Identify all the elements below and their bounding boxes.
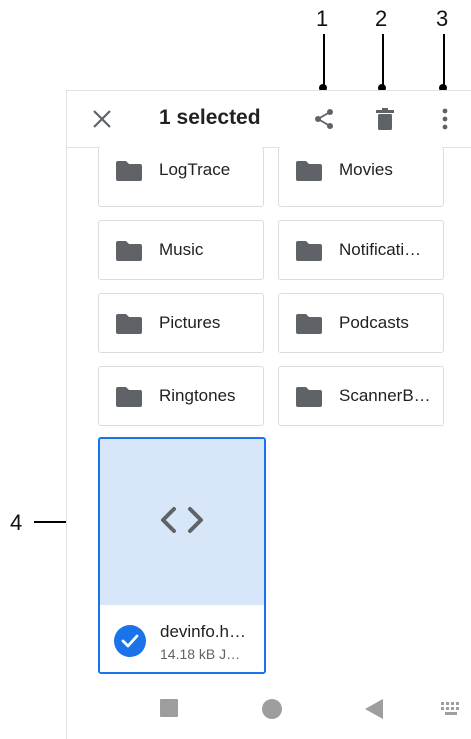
folder-icon xyxy=(116,387,142,412)
folder-name: Movies xyxy=(339,160,393,179)
folder-item[interactable]: LogTrace xyxy=(98,147,264,207)
circle-icon[interactable] xyxy=(261,698,283,725)
folder-icon xyxy=(296,314,322,339)
square-icon[interactable] xyxy=(159,698,179,723)
folder-icon xyxy=(296,241,322,266)
folder-item[interactable]: Podcasts xyxy=(278,293,444,353)
folder-icon xyxy=(116,314,142,339)
selected-file-card[interactable]: devinfo.h… 14.18 kB J… xyxy=(98,437,266,674)
phone-screen: 1 selected LogTrace Movies Music Notific… xyxy=(66,90,471,739)
folder-icon xyxy=(296,387,322,412)
folder-item[interactable]: Movies xyxy=(278,147,444,207)
back-triangle-icon[interactable] xyxy=(364,698,384,725)
folder-icon xyxy=(116,241,142,266)
selection-title: 1 selected xyxy=(159,106,261,129)
file-name: devinfo.h… xyxy=(160,622,246,641)
folder-item[interactable]: Music xyxy=(98,220,264,280)
callout-3: 3 xyxy=(436,6,449,31)
folder-item[interactable]: ScannerB… xyxy=(278,366,444,426)
file-thumbnail xyxy=(100,439,264,605)
folder-icon xyxy=(296,161,322,186)
trash-icon[interactable] xyxy=(371,105,399,133)
share-icon[interactable] xyxy=(310,105,338,133)
selection-app-bar: 1 selected xyxy=(67,90,471,148)
more-vert-icon[interactable] xyxy=(431,105,459,133)
callout-1: 1 xyxy=(316,6,329,31)
folder-icon xyxy=(116,161,142,186)
keyboard-icon[interactable] xyxy=(441,702,463,721)
folder-name: Notificati… xyxy=(339,240,422,259)
folder-name: Ringtones xyxy=(159,386,236,405)
folder-name: LogTrace xyxy=(159,160,231,179)
folder-name: Pictures xyxy=(159,313,221,332)
folder-item[interactable]: Notificati… xyxy=(278,220,444,280)
callout-line-1 xyxy=(323,34,325,88)
folder-name: Podcasts xyxy=(339,313,409,332)
callout-2: 2 xyxy=(375,6,388,31)
callout-line-3 xyxy=(443,34,445,88)
file-meta: devinfo.h… 14.18 kB J… xyxy=(100,605,264,672)
folder-item[interactable]: Ringtones xyxy=(98,366,264,426)
callout-4: 4 xyxy=(10,510,23,535)
folder-name: ScannerB… xyxy=(339,386,431,405)
code-icon xyxy=(158,505,206,540)
check-circle-icon[interactable] xyxy=(114,625,146,657)
callout-line-2 xyxy=(382,34,384,88)
folder-item[interactable]: Pictures xyxy=(98,293,264,353)
folder-name: Music xyxy=(159,240,204,259)
close-icon[interactable] xyxy=(88,105,116,133)
system-nav-bar xyxy=(67,680,471,739)
file-details: 14.18 kB J… xyxy=(160,646,241,662)
